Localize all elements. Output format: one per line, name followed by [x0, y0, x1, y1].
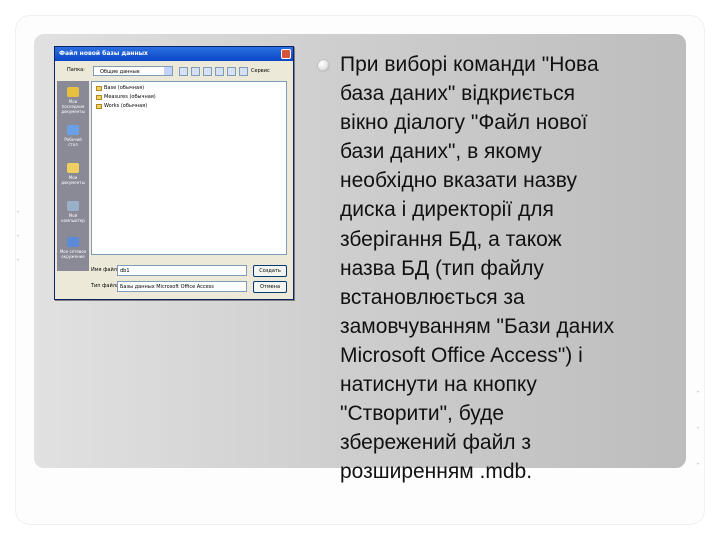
list-item: Base (обычная) — [96, 85, 144, 91]
my-documents-icon — [67, 163, 79, 173]
body-paragraph: При виборі команди "Нова база даних" від… — [340, 53, 615, 484]
file-list: Base (обычная) Measures (обычная) Works … — [91, 81, 287, 255]
recent-docs-icon — [67, 87, 79, 97]
toolbar-icons: Сервис — [179, 66, 270, 76]
filetype-row: Тип файла: Базы данных Microsoft Office … — [91, 281, 291, 293]
search-web-icon — [203, 66, 212, 76]
desktop-icon — [67, 125, 79, 135]
filename-field: db1 — [117, 265, 247, 276]
delete-icon — [215, 66, 224, 76]
dialog-title: Файл новой базы данных — [55, 47, 293, 61]
place-network: Мое сетевое окружение — [59, 237, 87, 259]
filetype-field: Базы данных Microsoft Office Access — [117, 281, 247, 292]
my-computer-icon — [67, 201, 79, 211]
new-folder-icon — [227, 66, 236, 76]
look-in-combo: Общие данные — [93, 66, 173, 76]
file-name: Works (обычная) — [104, 103, 148, 109]
file-name: Measures (обычная) — [104, 94, 156, 100]
place-label: Мои последние документы — [61, 99, 85, 114]
network-icon — [67, 237, 79, 247]
new-database-dialog-image: Файл новой базы данных Папка: Общие данн… — [54, 46, 294, 300]
tools-menu: Сервис — [251, 68, 270, 74]
list-item: Works (обычная) — [96, 103, 147, 109]
look-in-label: Папка: — [67, 67, 85, 73]
back-icon — [179, 66, 188, 76]
place-desktop: Рабочий стол — [59, 125, 87, 147]
file-name: Base (обычная) — [104, 85, 145, 91]
look-in-value: Общие данные — [100, 69, 140, 75]
database-file-icon — [96, 94, 102, 100]
cancel-button: Отмена — [253, 281, 287, 293]
database-file-icon — [96, 103, 102, 109]
filename-row: Имя файла: db1 Создать — [91, 265, 291, 277]
up-folder-icon — [191, 66, 200, 76]
place-recent: Мои последние документы — [59, 87, 87, 114]
views-icon — [239, 66, 248, 76]
list-item: Measures (обычная) — [96, 94, 156, 100]
database-file-icon — [96, 85, 102, 91]
place-label: Мой компьютер — [61, 213, 85, 223]
bullet-icon — [318, 60, 329, 71]
place-computer: Мой компьютер — [59, 201, 87, 223]
place-documents: Мои документы — [59, 163, 87, 185]
create-button: Создать — [253, 265, 287, 277]
places-bar: Мои последние документы Рабочий стол Мои… — [57, 81, 89, 271]
dialog-toolbar: Папка: Общие данные Сервис — [55, 63, 293, 79]
chevron-down-icon — [164, 67, 172, 75]
decorative-dots-left: • • • — [17, 210, 20, 264]
place-label: Мое сетевое окружение — [59, 249, 87, 259]
place-label: Мои документы — [61, 175, 85, 185]
close-icon — [281, 49, 291, 59]
decorative-dots-right: • • • — [697, 390, 700, 468]
place-label: Рабочий стол — [64, 137, 82, 147]
